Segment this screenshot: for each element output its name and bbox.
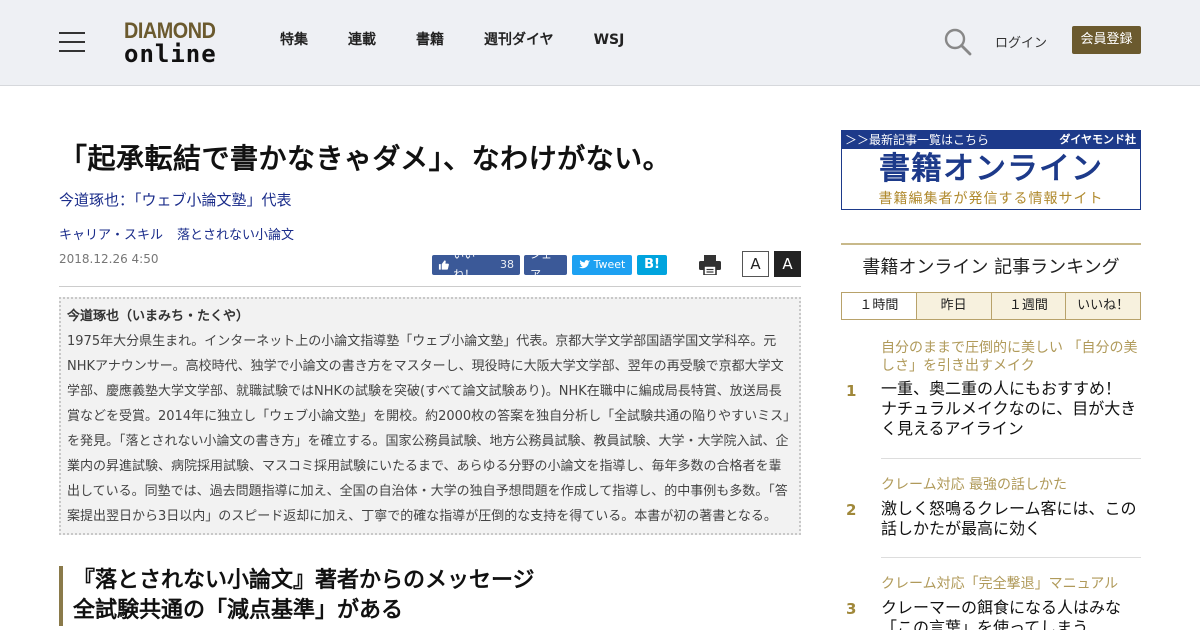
article-title: 「起承転結で書かなきゃダメ」、なわけがない。: [59, 142, 672, 175]
profile-body: 1975年大分県生まれ。インターネット上の小論文指導塾「ウェブ小論文塾」代表。京…: [67, 334, 790, 524]
register-button[interactable]: 会員登録: [1072, 26, 1141, 54]
banner-latest-link: ＞＞最新記事一覧はこちら: [845, 133, 990, 147]
tab-likes[interactable]: いいね！: [1065, 293, 1140, 319]
rank-number: 1: [846, 382, 857, 400]
tweet-button[interactable]: Tweet: [572, 255, 632, 275]
article-tags: キャリア・スキル 落とされない小論文: [59, 224, 308, 243]
rank-number: 2: [846, 501, 857, 519]
nav-item-books[interactable]: 書籍: [416, 31, 444, 49]
facebook-share-button[interactable]: シェア: [524, 248, 567, 281]
like-count: 38: [500, 258, 514, 271]
ranking-divider: [881, 557, 1141, 558]
twitter-bird-icon: [578, 260, 590, 269]
rank-title[interactable]: 激しく怒鳴るクレーム客には、この話しかたが最高に効く: [881, 499, 1141, 539]
hamburger-menu-icon[interactable]: [59, 32, 85, 52]
divider: [59, 286, 801, 287]
rank-title[interactable]: クレーマーの餌食になる人はみな「この言葉」を使ってしまう: [881, 598, 1141, 630]
ranking-divider: [881, 458, 1141, 459]
rank-title[interactable]: 一重、奥二重の人にもおすすめ！ ナチュラルメイクなのに、目が大きく見えるアイライ…: [881, 379, 1141, 439]
site-header: DIAMOND online 特集 連載 書籍 週刊ダイヤ WSJ ログイン 会…: [0, 0, 1200, 86]
books-online-banner[interactable]: ＞＞最新記事一覧はこちら ダイヤモンド社 書籍オンライン 書籍編集者が発信する情…: [841, 130, 1141, 210]
print-icon[interactable]: [699, 255, 721, 276]
ranking-item[interactable]: 3 クレーム対応「完全撃退」マニュアル クレーマーの餌食になる人はみな「この言葉…: [841, 575, 1141, 630]
font-size-large-button[interactable]: A: [774, 251, 801, 277]
banner-title: 書籍オンライン: [879, 151, 1103, 187]
tab-yesterday[interactable]: 昨日: [915, 293, 991, 319]
banner-brand: ダイヤモンド社: [1059, 133, 1136, 146]
ranking-item[interactable]: 2 クレーム対応 最強の話しかた 激しく怒鳴るクレーム客には、この話しかたが最高…: [841, 476, 1141, 546]
ranking-title: 書籍オンライン 記事ランキング: [862, 257, 1120, 278]
rank-category: 自分のままで圧倒的に美しい 「自分の美しさ」を引き出すメイク: [881, 340, 1138, 374]
logo-bottom-text: online: [124, 40, 217, 68]
section-heading: 『落とされない小論文』著者からのメッセージ 全試験共通の「減点基準」がある: [59, 566, 659, 626]
like-label: いいね！: [453, 248, 476, 281]
hatena-bookmark-button[interactable]: B!: [637, 255, 667, 275]
thumbs-up-icon: [438, 260, 449, 270]
rank-category: クレーム対応 最強の話しかた: [881, 477, 1068, 493]
nav-item-series[interactable]: 連載: [348, 31, 376, 49]
login-link[interactable]: ログイン: [995, 32, 1047, 51]
section-heading-line-1: 『落とされない小論文』著者からのメッセージ: [73, 568, 535, 593]
ranking-tabs: １時間 昨日 １週間 いいね！: [841, 292, 1141, 320]
tweet-label: Tweet: [593, 258, 626, 271]
author-link[interactable]: 今道琢也：「ウェブ小論文塾」代表: [59, 189, 292, 210]
publish-date: 2018.12.26 4:50: [59, 252, 159, 266]
font-size-small-button[interactable]: A: [742, 251, 769, 277]
facebook-like-button[interactable]: いいね！ 38: [432, 248, 520, 281]
ranking-top-rule: [841, 243, 1141, 245]
diamond-online-logo[interactable]: DIAMOND online: [124, 18, 228, 68]
profile-name: 今道琢也（いまみち・たくや）: [67, 309, 250, 324]
global-nav: 特集 連載 書籍 週刊ダイヤ WSJ: [280, 31, 664, 49]
ranking-item[interactable]: 1 自分のままで圧倒的に美しい 「自分の美しさ」を引き出すメイク 一重、奥二重の…: [841, 339, 1141, 449]
tab-1-week[interactable]: １週間: [990, 293, 1066, 319]
nav-item-features[interactable]: 特集: [280, 31, 308, 49]
banner-subtitle: 書籍編集者が発信する情報サイト: [878, 191, 1104, 207]
tab-1-hour[interactable]: １時間: [842, 293, 916, 319]
rank-category: クレーム対応「完全撃退」マニュアル: [881, 576, 1119, 592]
nav-item-wsj[interactable]: WSJ: [594, 31, 625, 49]
author-profile-box: 今道琢也（いまみち・たくや） 1975年大分県生まれ。インターネット上の小論文指…: [59, 297, 801, 535]
tag-link[interactable]: キャリア・スキル: [59, 228, 163, 243]
rank-number: 3: [846, 600, 857, 618]
nav-item-weekly-diamond[interactable]: 週刊ダイヤ: [484, 31, 554, 49]
logo-top-text: DIAMOND: [124, 18, 216, 43]
tag-link[interactable]: 落とされない小論文: [177, 228, 294, 243]
search-icon[interactable]: [944, 28, 972, 56]
section-heading-line-2: 全試験共通の「減点基準」がある: [73, 598, 404, 623]
